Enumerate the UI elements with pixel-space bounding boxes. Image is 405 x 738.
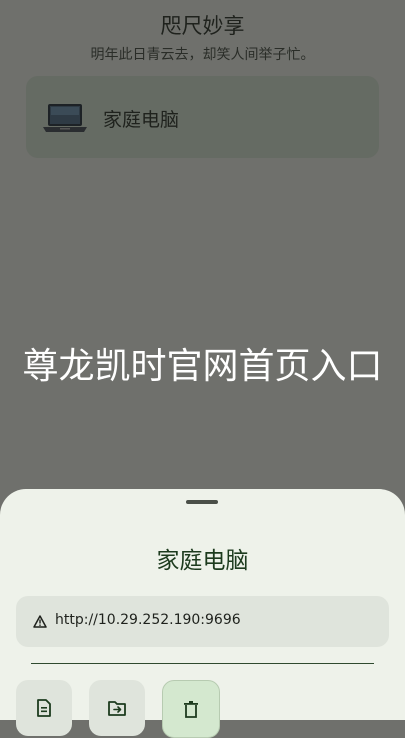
sheet-title: 家庭电脑 xyxy=(156,548,249,574)
overlay-banner-text: 尊龙凯时官网首页入口 xyxy=(22,346,383,387)
app-title: 咫尺妙享 xyxy=(160,14,245,38)
device-name: 家庭电脑 xyxy=(103,109,180,131)
laptop-icon xyxy=(43,104,87,132)
file-button[interactable] xyxy=(16,680,72,736)
device-card-home-pc[interactable]: 家庭电脑 xyxy=(26,76,379,158)
divider xyxy=(31,663,374,664)
drag-handle[interactable] xyxy=(186,500,218,504)
warning-icon xyxy=(33,615,47,628)
file-icon xyxy=(37,699,51,717)
url-text: http://10.29.252.190:9696 xyxy=(55,612,241,628)
bottom-sheet: 家庭电脑 http://10.29.252.190:9696 xyxy=(0,489,405,738)
delete-button[interactable] xyxy=(162,680,220,738)
trash-icon xyxy=(184,701,198,718)
folder-send-icon xyxy=(108,701,126,716)
url-field[interactable]: http://10.29.252.190:9696 xyxy=(16,596,389,647)
app-subtitle: 明年此日青云去，却笑人间举子忙。 xyxy=(90,47,315,63)
folder-send-button[interactable] xyxy=(89,680,145,736)
